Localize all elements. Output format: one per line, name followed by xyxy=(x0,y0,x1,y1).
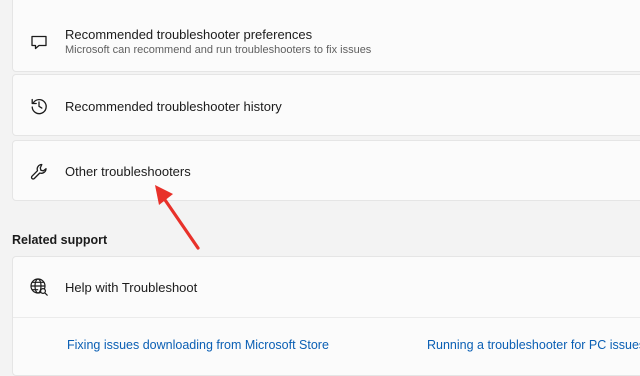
arrow-shaft xyxy=(161,195,200,250)
history-title: Recommended troubleshooter history xyxy=(65,99,282,114)
card-divider xyxy=(13,317,640,318)
help-with-troubleshoot-card[interactable]: Help with Troubleshoot Fixing issues dow… xyxy=(12,256,640,376)
history-icon xyxy=(29,96,49,116)
link-running-a-troubleshooter[interactable]: Running a troubleshooter for PC issues xyxy=(427,338,640,352)
wrench-icon xyxy=(29,162,49,182)
link-fixing-issues-downloading[interactable]: Fixing issues downloading from Microsoft… xyxy=(67,338,329,352)
recommended-troubleshooter-preferences-card[interactable]: Recommended troubleshooter preferences M… xyxy=(12,0,640,72)
preferences-subtitle: Microsoft can recommend and run troubles… xyxy=(65,44,372,56)
preferences-title: Recommended troubleshooter preferences xyxy=(65,27,313,42)
related-support-header: Related support xyxy=(12,233,108,247)
other-troubleshooters-card[interactable]: Other troubleshooters xyxy=(12,140,640,201)
help-with-troubleshoot-title: Help with Troubleshoot xyxy=(65,280,198,295)
chat-bubble-icon xyxy=(29,32,49,52)
other-troubleshooters-title: Other troubleshooters xyxy=(65,164,191,179)
globe-search-icon xyxy=(29,277,49,297)
recommended-troubleshooter-history-card[interactable]: Recommended troubleshooter history xyxy=(12,74,640,136)
